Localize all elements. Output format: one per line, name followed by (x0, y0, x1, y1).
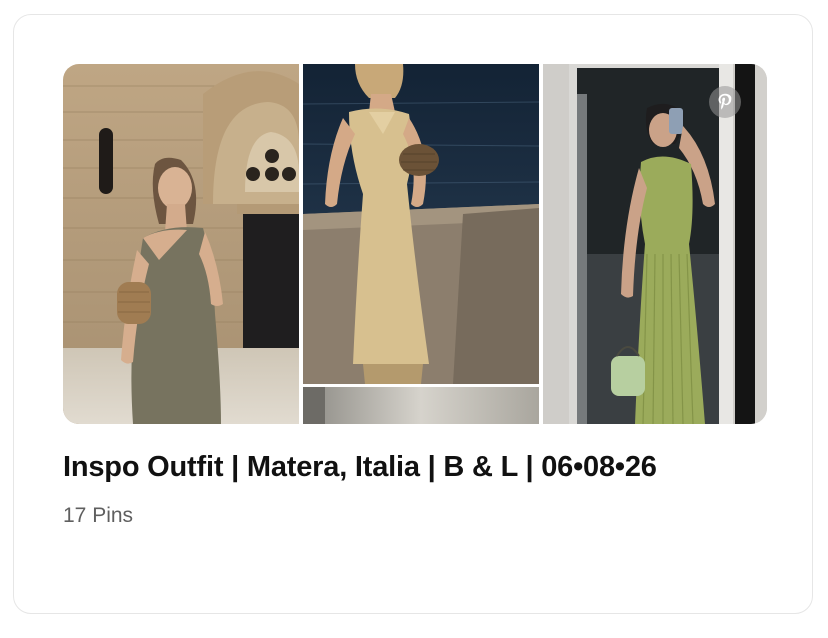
collage-image-3 (303, 387, 539, 424)
board-cover-collage[interactable] (63, 64, 767, 424)
pin-count: 17 Pins (63, 504, 134, 527)
collage-image-1 (63, 64, 299, 424)
collage-image-2 (303, 64, 539, 384)
board-title[interactable]: Inspo Outfit | Matera, Italia | B & L | … (63, 451, 657, 484)
board-card[interactable]: Inspo Outfit | Matera, Italia | B & L | … (13, 14, 813, 614)
pinterest-logo-icon (709, 86, 741, 118)
collage-image-4 (543, 64, 767, 424)
